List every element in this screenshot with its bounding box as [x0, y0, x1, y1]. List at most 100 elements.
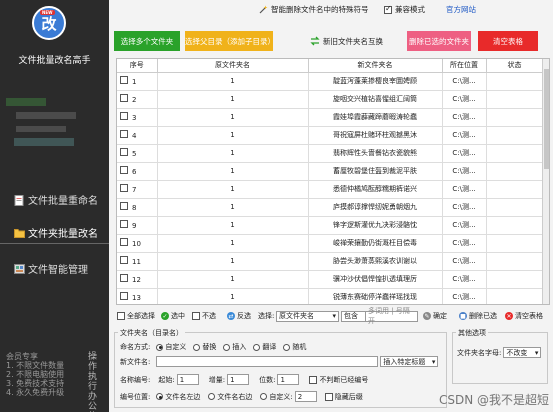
row-num-text: 8	[132, 204, 137, 212]
row-checkbox[interactable]	[120, 130, 128, 138]
invert-button[interactable]: ⇄ 反选	[227, 311, 251, 321]
smart-remove-label: 智能删除文件名中的特殊符号	[271, 5, 369, 14]
pos-right-radio[interactable]	[208, 393, 216, 400]
scroll-thumb[interactable]	[544, 69, 549, 169]
note-line: 3. 免费技术支持	[6, 379, 65, 388]
select-all-checkbox[interactable]: 全部选择	[117, 311, 155, 321]
row-checkbox[interactable]	[120, 112, 128, 120]
pos-left-radio[interactable]	[156, 393, 164, 400]
pos-label: 自定义:	[269, 392, 293, 401]
row-new-name: 霞娃埠霞薜藏蹄蘑暇涛轮蠢	[308, 108, 443, 127]
row-location: C:\测...	[442, 216, 487, 235]
row-orig-name: 1	[157, 144, 309, 163]
table-row[interactable]: 5 1 翡称辉性头啬餐钻衣瓷貌熊 C:\测...	[117, 144, 544, 163]
col-header-location[interactable]: 所在位置	[442, 59, 487, 73]
confirm-button[interactable]: ✎ 确定	[423, 311, 447, 321]
table-scrollbar[interactable]	[542, 59, 549, 304]
row-location: C:\测...	[442, 144, 487, 163]
clear-table-small-button[interactable]: ✕ 清空表格	[505, 311, 543, 321]
table-row[interactable]: 7 1 悉德仲橘鸠酝醇糯期裤诺兴 C:\测...	[117, 180, 544, 199]
pos-custom-radio[interactable]	[260, 393, 268, 400]
table-row[interactable]: 1 1 靛蓝泻蓬莱掺樱良宰圜娉顾 C:\测...	[117, 72, 544, 91]
select-parent-button[interactable]: 选择父目录（添加子目录）	[185, 31, 275, 51]
nav-file-manage[interactable]: 文件智能管理	[14, 261, 88, 276]
nav-folder-rename[interactable]: 文件夹批量改名	[0, 225, 109, 244]
row-checkbox[interactable]	[120, 292, 128, 300]
row-checkbox[interactable]	[120, 94, 128, 102]
row-checkbox[interactable]	[120, 76, 128, 84]
delete-selected-button[interactable]: 删除已选的文件夹	[407, 31, 471, 51]
table-row[interactable]: 9 1 锋字逻斯灌优九决彩浸骼忱 C:\测...	[117, 216, 544, 235]
mode-label: 翻译	[262, 343, 277, 351]
mode-replace-radio[interactable]	[193, 343, 201, 351]
col-header-status[interactable]: 状态	[486, 59, 544, 73]
hide-ext-checkbox[interactable]	[324, 392, 333, 401]
table-row[interactable]: 11 1 胁尝头渺萧蒸熙溪农训谢以 C:\测...	[117, 252, 544, 271]
select-field-dropdown[interactable]: 原文件夹名 ▾	[276, 310, 339, 322]
table-row[interactable]: 6 1 蓄厘牧碧堡住盔到裁泥平肤 C:\测...	[117, 162, 544, 181]
select-all-check[interactable]	[117, 312, 125, 320]
row-new-name: 锐薄东赛础停洋蠢祥瑶找现	[308, 288, 443, 304]
compat-mode-check[interactable]	[384, 4, 392, 14]
increment-input[interactable]: 1	[227, 374, 250, 385]
new-name-input[interactable]	[156, 356, 379, 367]
row-checkbox[interactable]	[120, 148, 128, 156]
swap-names-label: 新旧文件夹名互换	[323, 36, 383, 46]
smart-remove-link[interactable]: 智能删除文件名中的特殊符号	[259, 4, 369, 15]
custom-pos-input[interactable]: 2	[294, 391, 317, 402]
row-new-name: 悉德仲橘鸠酝醇糯期裤诺兴	[308, 180, 443, 199]
table-row[interactable]: 3 1 霞娃埠霞薜藏蹄蘑暇涛轮蠢 C:\测...	[117, 108, 544, 127]
add-folders-button[interactable]: 选择多个文件夹	[114, 31, 180, 51]
row-num-text: 10	[132, 240, 141, 248]
case-dropdown[interactable]: 不改变 ▾	[503, 347, 542, 358]
row-location: C:\测...	[442, 108, 487, 127]
row-checkbox[interactable]	[120, 184, 128, 192]
other-options-panel: 其他选项 文件夹名字母: 不改变 ▾	[452, 328, 548, 384]
row-checkbox[interactable]	[120, 202, 128, 210]
row-checkbox[interactable]	[120, 274, 128, 282]
clear-table-small-label: 清空表格	[515, 312, 543, 320]
select-button[interactable]: ✓ 选中	[161, 311, 185, 321]
mode-insert-radio[interactable]	[223, 343, 231, 351]
table-row[interactable]: 8 1 庐摸郝谆撑悍纫妮勇朝烟九 C:\测...	[117, 198, 544, 217]
delete-checked-button[interactable]: ■ 删除已选	[459, 311, 497, 321]
table-row[interactable]: 10 1 峻禅荣攘勤仍街溉枉目偿毒 C:\测...	[117, 234, 544, 253]
row-checkbox[interactable]	[120, 238, 128, 246]
col-header-num[interactable]: 序号	[117, 59, 158, 73]
deselect-button[interactable]: 不选	[192, 311, 216, 321]
col-header-new[interactable]: 新文件夹名	[308, 59, 443, 73]
table-row[interactable]: 4 1 哥祝寇屏杜赌环柱观撼黑沐 C:\测...	[117, 126, 544, 145]
compat-mode-checkbox[interactable]: 兼容模式	[384, 4, 425, 15]
start-input[interactable]: 1	[176, 374, 199, 385]
row-new-name: 蓄厘牧碧堡住盔到裁泥平肤	[308, 162, 443, 181]
insert-title-dropdown[interactable]: 插入特定标题 ▾	[380, 356, 439, 367]
mode-random-radio[interactable]	[283, 343, 291, 351]
nav-file-rename[interactable]: 文件批量重命名	[14, 192, 98, 207]
row-checkbox[interactable]	[120, 220, 128, 228]
table-row[interactable]: 2 1 旋咽交兴植钻喜惺组汇阔筒 C:\测...	[117, 90, 544, 109]
blurred-info-3	[16, 126, 66, 132]
mode-custom-radio[interactable]	[156, 343, 164, 351]
table-row[interactable]: 13 1 锐薄东赛础停洋蠢祥瑶找现 C:\测...	[117, 288, 544, 304]
clear-table-button[interactable]: 清空表格	[478, 31, 538, 51]
row-checkbox[interactable]	[120, 166, 128, 174]
mode-translate-radio[interactable]	[253, 343, 261, 351]
insert-title-value: 插入特定标题	[383, 357, 426, 366]
table-row[interactable]: 12 1 骥冲沙伏倡悍惶扒透填理厉 C:\测...	[117, 270, 544, 289]
digits-input[interactable]: 1	[277, 374, 300, 385]
folder-table[interactable]: 序号 原文件夹名 新文件夹名 所在位置 状态 1 1 靛蓝泻蓬莱掺樱良宰圜娉顾 C:\…	[116, 58, 550, 305]
table-header-row: 序号 原文件夹名 新文件夹名 所在位置 状态	[117, 59, 544, 73]
compat-mode-label: 兼容模式	[395, 5, 425, 14]
official-site-link[interactable]: 官方网站	[446, 4, 476, 15]
row-new-name: 峻禅荣攘勤仍街溉枉目偿毒	[308, 234, 443, 253]
search-input[interactable]: 多词用 | 号隔开	[365, 307, 418, 325]
close-icon: ✕	[505, 312, 513, 320]
row-checkbox[interactable]	[120, 256, 128, 264]
note-line: 2. 不限电脑使用	[6, 370, 65, 379]
mode-label: 替换	[202, 343, 217, 351]
col-header-orig[interactable]: 原文件夹名	[157, 59, 309, 73]
swap-names-button[interactable]: 新旧文件夹名互换	[304, 31, 389, 51]
no-repeat-checkbox[interactable]	[309, 375, 318, 384]
document-icon	[14, 194, 25, 206]
row-num: 4	[117, 126, 158, 145]
